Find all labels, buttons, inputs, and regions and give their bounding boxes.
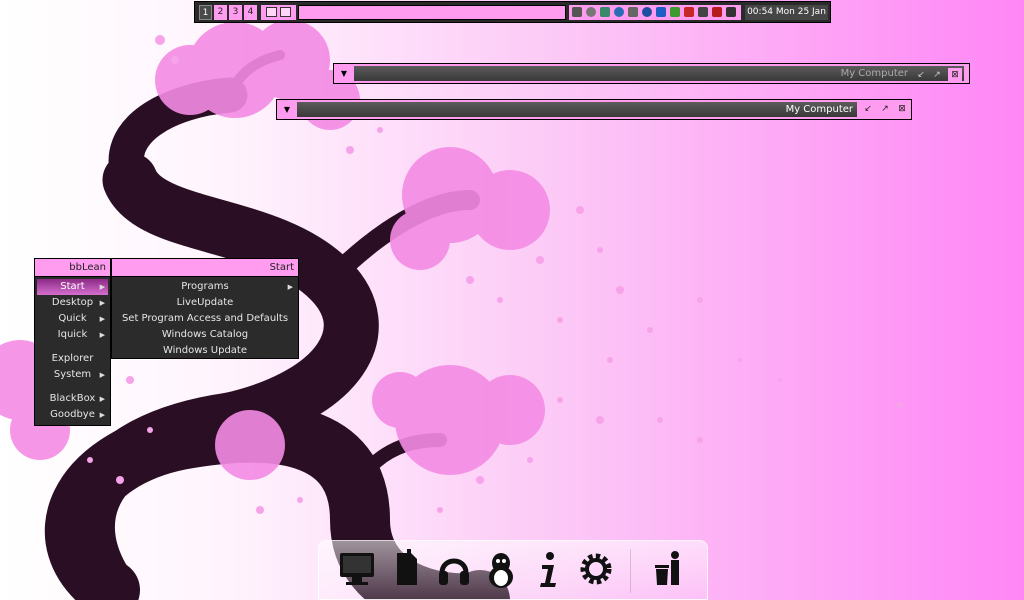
window-title: My Computer bbox=[840, 68, 908, 79]
window-titlebar-my-computer-front[interactable]: ▼ My Computer ↙ ↗ ⊠ bbox=[276, 99, 912, 120]
document-icon[interactable] bbox=[387, 547, 427, 591]
headphones-icon[interactable] bbox=[434, 547, 474, 591]
menu-item-liveupdate[interactable]: LiveUpdate bbox=[114, 295, 296, 311]
submenu-arrow-icon: ▶ bbox=[99, 331, 105, 339]
sync-icon[interactable] bbox=[586, 7, 596, 17]
submenu-arrow-icon: ▶ bbox=[99, 299, 105, 307]
menu-item-label: System bbox=[53, 369, 92, 380]
workspace-2-button[interactable]: 2 bbox=[214, 5, 227, 20]
menu-item-label: Desktop bbox=[51, 297, 94, 308]
workspace-3-button[interactable]: 3 bbox=[229, 5, 242, 20]
menu-item-explorer[interactable]: Explorer bbox=[37, 351, 108, 367]
system-tray bbox=[569, 5, 741, 20]
x-icon[interactable] bbox=[712, 7, 722, 17]
menu-item-windows-update[interactable]: Windows Update bbox=[114, 343, 296, 359]
trash-icon[interactable] bbox=[649, 547, 689, 591]
window-title-bar: My Computer ↙ ↗ ⊠ bbox=[354, 66, 964, 83]
menu-item-blackbox[interactable]: BlackBox ▶ bbox=[37, 391, 108, 407]
menu-item-label: BlackBox bbox=[49, 393, 96, 404]
menu-item-desktop[interactable]: Desktop ▶ bbox=[37, 295, 108, 311]
submenu-arrow-icon: ▶ bbox=[99, 283, 105, 291]
menu-item-label: Programs bbox=[181, 281, 229, 292]
window-icon[interactable] bbox=[726, 7, 736, 17]
application-dock bbox=[318, 540, 708, 600]
window-titlebar-my-computer-back[interactable]: ▼ My Computer ↙ ↗ ⊠ bbox=[333, 63, 970, 84]
top-toolbar: 1 2 3 4 00:54 Mon 25 Jan bbox=[194, 1, 831, 23]
submenu-arrow-icon: ▶ bbox=[99, 411, 105, 419]
usb-icon[interactable] bbox=[572, 7, 582, 17]
menu-item-quick[interactable]: Quick ▶ bbox=[37, 311, 108, 327]
penguin-icon[interactable] bbox=[481, 547, 521, 591]
menu-item-label: Windows Update bbox=[162, 345, 248, 356]
menu-title: Start bbox=[112, 259, 298, 277]
menu-item-label: Iquick bbox=[57, 329, 88, 340]
workspace-4-button[interactable]: 4 bbox=[244, 5, 257, 20]
menu-item-label: Goodbye bbox=[50, 409, 95, 420]
menu-item-label: Start bbox=[60, 281, 85, 292]
menu-item-iquick[interactable]: Iquick ▶ bbox=[37, 327, 108, 343]
toolbar-button-strip bbox=[261, 5, 296, 20]
settings-gear-icon[interactable] bbox=[576, 547, 616, 591]
close-icon[interactable]: ⊠ bbox=[948, 68, 962, 83]
menu-item-label: Windows Catalog bbox=[161, 329, 249, 340]
menu-item-label: Quick bbox=[58, 313, 87, 324]
volume-icon[interactable] bbox=[684, 7, 694, 17]
window-title: My Computer bbox=[785, 104, 853, 115]
menu-item-goodbye[interactable]: Goodbye ▶ bbox=[37, 407, 108, 423]
toolbar-window-label[interactable] bbox=[298, 5, 566, 20]
close-icon[interactable]: ⊠ bbox=[895, 102, 909, 117]
workspace-1-button[interactable]: 1 bbox=[199, 5, 212, 20]
menu-item-windows-catalog[interactable]: Windows Catalog bbox=[114, 327, 296, 343]
submenu-arrow-icon: ▶ bbox=[99, 371, 105, 379]
minimize-icon[interactable]: ↙ bbox=[914, 68, 928, 83]
maximize-icon[interactable]: ↗ bbox=[878, 102, 892, 117]
submenu-arrow-icon: ▶ bbox=[287, 283, 293, 291]
menu-title: bbLean bbox=[35, 259, 110, 277]
dock-separator bbox=[630, 549, 631, 593]
menu-item-label: Set Program Access and Defaults bbox=[121, 313, 289, 324]
submenu-arrow-icon: ▶ bbox=[99, 315, 105, 323]
menu-item-programs[interactable]: Programs ▶ bbox=[114, 279, 296, 295]
window-menu-icon[interactable]: ▼ bbox=[279, 102, 295, 117]
menu-item-start[interactable]: Start ▶ bbox=[37, 279, 108, 295]
menu-item-label: LiveUpdate bbox=[176, 297, 234, 308]
clock[interactable]: 00:54 Mon 25 Jan bbox=[745, 5, 828, 20]
info-icon[interactable] bbox=[528, 547, 568, 591]
maximize-icon[interactable]: ↗ bbox=[930, 68, 944, 83]
minimize-icon[interactable]: ↙ bbox=[861, 102, 875, 117]
monitor-icon[interactable] bbox=[628, 7, 638, 17]
bluetooth-icon[interactable] bbox=[656, 7, 666, 17]
start-submenu: Start Programs ▶ LiveUpdate Set Program A… bbox=[111, 258, 299, 359]
next-window-icon[interactable] bbox=[280, 7, 291, 17]
menu-item-system[interactable]: System ▶ bbox=[37, 367, 108, 383]
window-menu-icon[interactable]: ▼ bbox=[336, 66, 352, 81]
previous-window-icon[interactable] bbox=[266, 7, 277, 17]
display-icon[interactable] bbox=[600, 7, 610, 17]
globe-icon[interactable] bbox=[614, 7, 624, 17]
app-icon[interactable] bbox=[670, 7, 680, 17]
menu-item-label: Explorer bbox=[51, 353, 94, 364]
bblean-root-menu: bbLean Start ▶ Desktop ▶ Quick ▶ Iquick ▶ Ex… bbox=[34, 258, 111, 426]
monitor-icon[interactable] bbox=[337, 547, 377, 591]
info-icon[interactable] bbox=[642, 7, 652, 17]
submenu-arrow-icon: ▶ bbox=[99, 395, 105, 403]
network-icon[interactable] bbox=[698, 7, 708, 17]
window-title-bar: My Computer bbox=[297, 102, 857, 117]
menu-item-program-access[interactable]: Set Program Access and Defaults bbox=[114, 311, 296, 327]
